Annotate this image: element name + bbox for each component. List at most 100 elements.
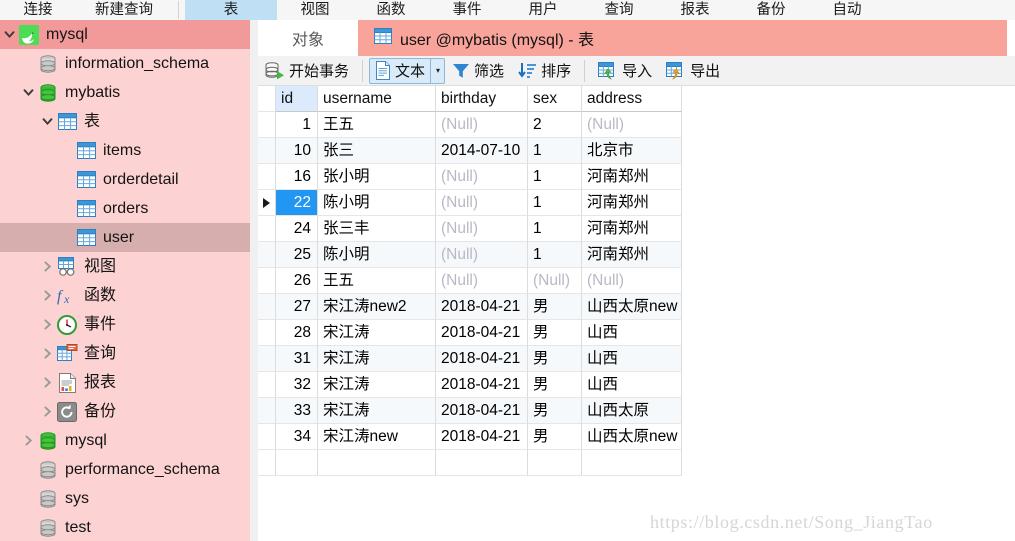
grid-row[interactable]: 33 宋江涛 2018-04-21 男山西太原: [258, 398, 1015, 424]
main-toolbar-item-user[interactable]: 用户: [505, 0, 581, 20]
tree-item-backups[interactable]: 备份: [0, 397, 250, 426]
text-view-button[interactable]: 文本 ▾: [369, 57, 446, 84]
row-marker[interactable]: [258, 190, 276, 216]
object-tree-sidebar[interactable]: mysql information_schema mybatis 表 items orde…: [0, 20, 250, 541]
grid-row[interactable]: 28 宋江涛 2018-04-21 男山西: [258, 320, 1015, 346]
grid-cell-birthday[interactable]: 2018-04-21: [436, 372, 528, 398]
grid-cell-username[interactable]: 宋江涛: [318, 346, 436, 372]
grid-cell-birthday[interactable]: (Null): [436, 164, 528, 190]
tree-item-connection-mysql[interactable]: mysql: [0, 20, 250, 49]
grid-cell-address[interactable]: 山西: [582, 346, 682, 372]
tree-item-db-test[interactable]: test: [0, 513, 250, 541]
main-toolbar-item-connection[interactable]: 连接: [0, 0, 76, 20]
grid-cell-sex[interactable]: 男: [528, 424, 582, 450]
tab-objects[interactable]: 对象: [258, 20, 358, 56]
chevron-right-icon[interactable]: [38, 397, 56, 426]
grid-cell-sex[interactable]: 1: [528, 190, 582, 216]
grid-cell-id[interactable]: 32: [276, 372, 318, 398]
row-marker[interactable]: [258, 242, 276, 268]
grid-column-header-username[interactable]: username: [318, 86, 436, 112]
grid-cell-id[interactable]: 34: [276, 424, 318, 450]
tree-item-db-sys[interactable]: sys: [0, 484, 250, 513]
grid-cell-address[interactable]: 山西: [582, 320, 682, 346]
chevron-right-icon[interactable]: [38, 281, 56, 310]
chevron-down-icon[interactable]: [0, 20, 18, 49]
tree-item-db-information-schema[interactable]: information_schema: [0, 49, 250, 78]
grid-cell-username[interactable]: 王五: [318, 112, 436, 138]
tree-item-db-mybatis[interactable]: mybatis: [0, 78, 250, 107]
grid-cell-username[interactable]: 张小明: [318, 164, 436, 190]
row-marker[interactable]: [258, 372, 276, 398]
grid-cell-sex[interactable]: 男: [528, 372, 582, 398]
grid-cell-address[interactable]: 北京市: [582, 138, 682, 164]
grid-column-header-birthday[interactable]: birthday: [436, 86, 528, 112]
tree-item-db-performance-schema[interactable]: performance_schema: [0, 455, 250, 484]
grid-cell-id[interactable]: 33: [276, 398, 318, 424]
grid-cell-birthday[interactable]: 2014-07-10: [436, 138, 528, 164]
grid-cell-birthday[interactable]: 2018-04-21: [436, 294, 528, 320]
grid-cell-birthday[interactable]: (Null): [436, 216, 528, 242]
grid-cell-birthday[interactable]: 2018-04-21: [436, 398, 528, 424]
grid-cell-id[interactable]: 26: [276, 268, 318, 294]
grid-row[interactable]: 16 张小明 (Null) 1 河南郑州: [258, 164, 1015, 190]
grid-row[interactable]: 22 陈小明 (Null) 1 河南郑州: [258, 190, 1015, 216]
main-toolbar-item-view[interactable]: 视图: [277, 0, 353, 20]
grid-cell-address[interactable]: 山西太原new: [582, 424, 682, 450]
tree-item-table-user[interactable]: user: [0, 223, 250, 252]
tree-item-events[interactable]: 事件: [0, 310, 250, 339]
grid-cell-username[interactable]: 陈小明: [318, 242, 436, 268]
main-toolbar-item-automation[interactable]: 自动: [809, 0, 885, 20]
tree-item-db-mysql[interactable]: mysql: [0, 426, 250, 455]
grid-cell-address[interactable]: 河南郑州: [582, 216, 682, 242]
tree-item-views[interactable]: 视图: [0, 252, 250, 281]
grid-cell-id[interactable]: 22: [276, 190, 318, 216]
grid-cell-id[interactable]: 16: [276, 164, 318, 190]
grid-column-header-sex[interactable]: sex: [528, 86, 582, 112]
grid-cell-birthday[interactable]: (Null): [436, 242, 528, 268]
main-toolbar-item-new-query[interactable]: 新建查询: [76, 0, 172, 20]
grid-cell-address[interactable]: (Null): [582, 112, 682, 138]
grid-cell-birthday[interactable]: (Null): [436, 268, 528, 294]
chevron-right-icon[interactable]: [38, 252, 56, 281]
tree-item-queries[interactable]: 查询: [0, 339, 250, 368]
grid-cell-username[interactable]: 宋江涛: [318, 320, 436, 346]
main-toolbar-item-event[interactable]: 事件: [429, 0, 505, 20]
grid-cell-username[interactable]: 陈小明: [318, 190, 436, 216]
chevron-right-icon[interactable]: [38, 368, 56, 397]
grid-cell-sex[interactable]: (Null): [528, 268, 582, 294]
grid-cell-id[interactable]: 28: [276, 320, 318, 346]
tree-item-tables[interactable]: 表: [0, 107, 250, 136]
data-grid[interactable]: id username birthday sex address 1 王五 (Null) 2 (N…: [258, 86, 1015, 541]
row-marker[interactable]: [258, 138, 276, 164]
grid-cell-birthday[interactable]: 2018-04-21: [436, 320, 528, 346]
grid-cell-address[interactable]: 河南郑州: [582, 164, 682, 190]
grid-cell-username[interactable]: 王五: [318, 268, 436, 294]
grid-cell-birthday[interactable]: 2018-04-21: [436, 346, 528, 372]
chevron-right-icon[interactable]: [19, 426, 37, 455]
grid-cell-sex[interactable]: 男: [528, 398, 582, 424]
row-marker[interactable]: [258, 424, 276, 450]
grid-cell-address[interactable]: 山西太原: [582, 398, 682, 424]
grid-cell-address[interactable]: 河南郑州: [582, 190, 682, 216]
grid-cell-address[interactable]: 山西: [582, 372, 682, 398]
import-button[interactable]: 导入: [591, 58, 659, 84]
grid-cell-sex[interactable]: 男: [528, 294, 582, 320]
tree-item-functions[interactable]: f x 函数: [0, 281, 250, 310]
tree-item-table-orderdetail[interactable]: orderdetail: [0, 165, 250, 194]
grid-cell-address[interactable]: 山西太原new: [582, 294, 682, 320]
row-marker[interactable]: [258, 294, 276, 320]
chevron-right-icon[interactable]: [38, 310, 56, 339]
grid-cell-username[interactable]: 张三丰: [318, 216, 436, 242]
grid-cell-birthday[interactable]: (Null): [436, 112, 528, 138]
main-toolbar-item-function[interactable]: 函数: [353, 0, 429, 20]
main-toolbar-item-backup[interactable]: 备份: [733, 0, 809, 20]
row-marker[interactable]: [258, 268, 276, 294]
chevron-down-icon[interactable]: [38, 107, 56, 136]
grid-cell-birthday[interactable]: 2018-04-21: [436, 424, 528, 450]
grid-cell-id[interactable]: 25: [276, 242, 318, 268]
main-toolbar-item-table[interactable]: 表: [185, 0, 277, 20]
begin-transaction-button[interactable]: 开始事务: [258, 58, 356, 84]
grid-row[interactable]: 1 王五 (Null) 2 (Null): [258, 112, 1015, 138]
grid-cell-sex[interactable]: 1: [528, 242, 582, 268]
main-toolbar-item-query[interactable]: 查询: [581, 0, 657, 20]
